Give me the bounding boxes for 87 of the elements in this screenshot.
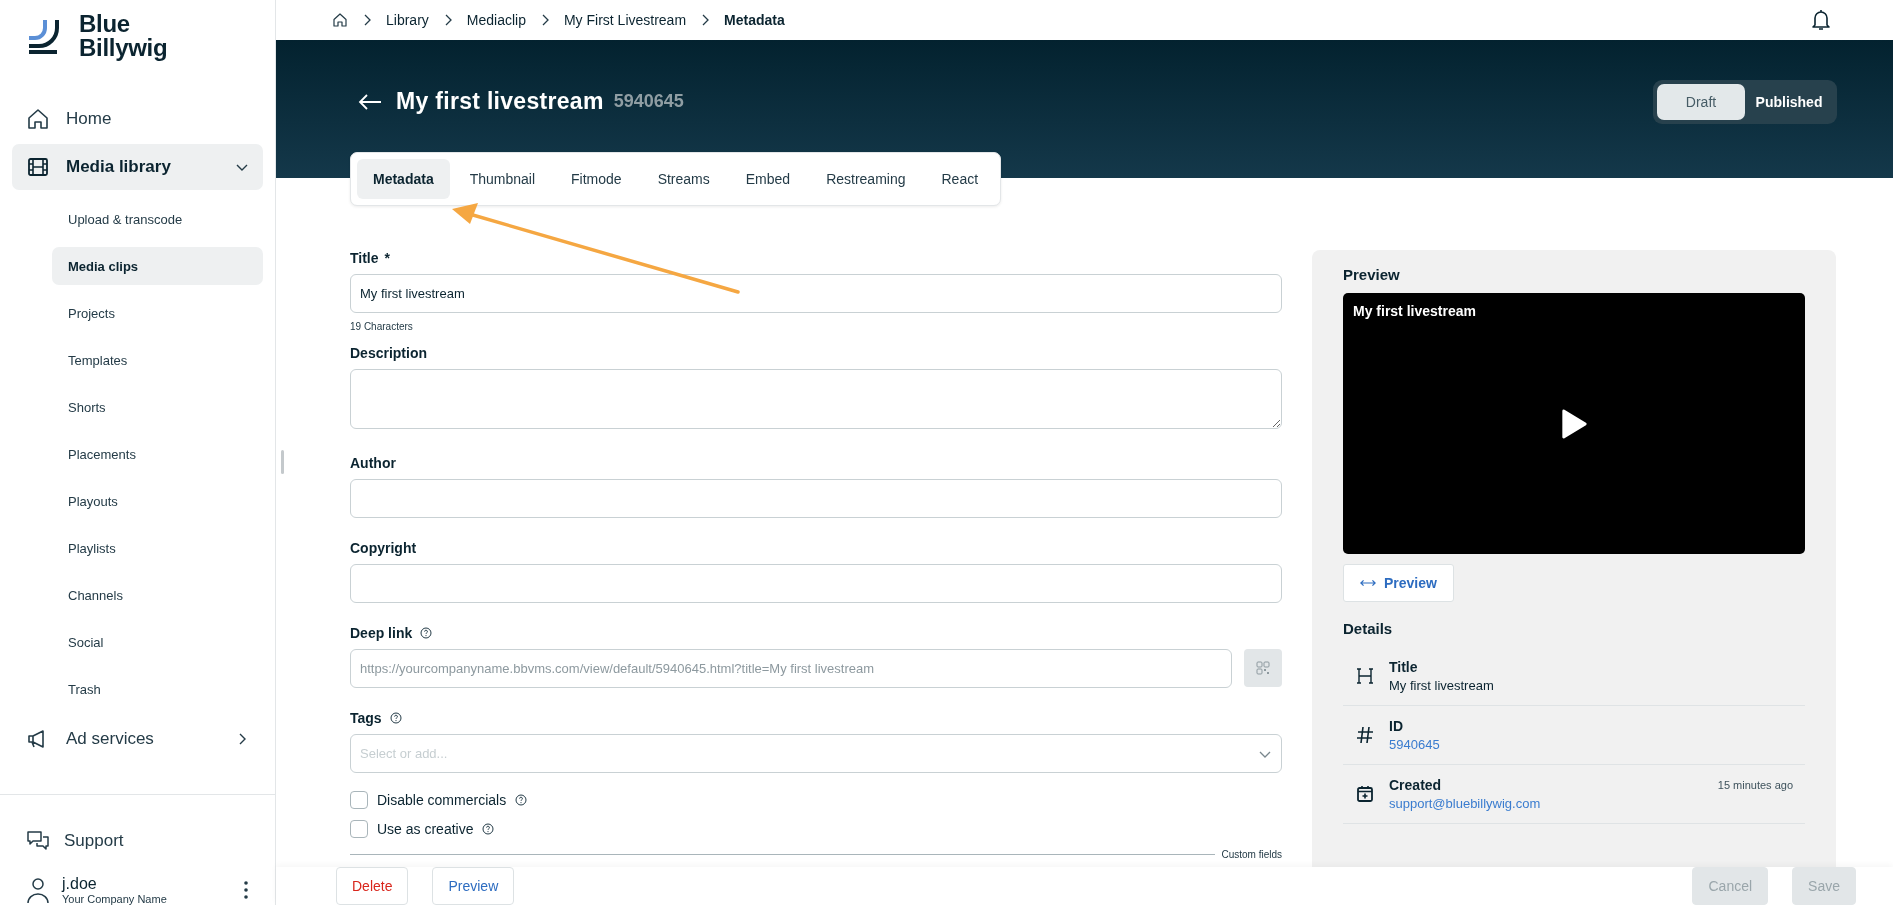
checkbox[interactable]	[350, 820, 368, 838]
nav-subitem[interactable]: Playlists	[52, 529, 263, 567]
nav-subitem[interactable]: Media clips	[52, 247, 263, 285]
nav-item[interactable]: Ad services	[12, 716, 263, 762]
tab[interactable]: Thumbnail	[453, 159, 552, 199]
help-icon[interactable]	[389, 712, 402, 724]
double-arrow-icon	[1360, 578, 1376, 588]
text-field[interactable]	[350, 479, 1282, 518]
chevron-right-icon	[700, 14, 711, 26]
panel-heading: Preview	[1343, 266, 1401, 283]
help-icon[interactable]	[515, 794, 528, 806]
help-icon[interactable]	[420, 627, 433, 639]
film-icon	[26, 155, 50, 179]
calendar-add-icon	[1355, 784, 1375, 804]
breadcrumb-item[interactable]: Library	[386, 12, 429, 28]
heading-icon	[1355, 666, 1375, 686]
nav-subitem[interactable]: Trash	[52, 670, 263, 708]
resize-handle[interactable]	[281, 450, 284, 474]
character-count: 19 Characters	[350, 321, 414, 332]
required-mark: *	[384, 250, 390, 266]
tab[interactable]: React	[925, 159, 995, 199]
nav-subitem[interactable]: Shorts	[52, 388, 263, 426]
nav-item[interactable]: Media library	[12, 144, 263, 190]
checkbox-label: Disable commercials	[377, 792, 507, 808]
field-label: Deep link	[350, 625, 413, 641]
breadcrumb-item: Metadata	[724, 12, 785, 28]
home-icon[interactable]	[332, 12, 348, 28]
nav-subitem[interactable]: Upload & transcode	[52, 200, 263, 238]
chevron-right-icon	[362, 14, 372, 26]
text-field[interactable]	[350, 564, 1282, 603]
tab[interactable]: Fitmode	[555, 159, 638, 199]
detail-label: Created	[1389, 777, 1443, 793]
nav-subitem[interactable]: Channels	[52, 576, 263, 614]
deep-link-field[interactable]: https://yourcompanyname.bbvms.com/view/default/5940645.html?title=My first livestream	[350, 649, 1232, 688]
user-name: j.doe	[62, 875, 98, 893]
field-label: Title	[350, 250, 379, 266]
detail-label: Title	[1389, 659, 1419, 675]
status-option[interactable]: Draft	[1657, 84, 1745, 120]
nav-subitem[interactable]: Projects	[52, 294, 263, 332]
action-button[interactable]: Preview	[432, 867, 515, 905]
textarea-field[interactable]	[350, 369, 1282, 429]
bell-icon[interactable]	[1811, 9, 1831, 31]
action-button[interactable]: Delete	[336, 867, 409, 905]
panel-heading: Details	[1343, 620, 1394, 637]
tab[interactable]: Streams	[641, 159, 726, 199]
logo-icon	[27, 18, 61, 54]
detail-label: ID	[1389, 718, 1404, 734]
field-label: Description	[350, 345, 427, 361]
nav-item[interactable]: Home	[12, 96, 263, 142]
back-arrow-icon[interactable]	[358, 92, 382, 111]
qr-code-icon	[1256, 661, 1270, 675]
user-icon	[26, 877, 50, 903]
page-title: My first livestream	[396, 88, 604, 115]
nav-subitem[interactable]: Playouts	[52, 482, 263, 520]
video-title: My first livestream	[1353, 303, 1476, 319]
breadcrumb-item[interactable]: Mediaclip	[466, 12, 526, 28]
video-player[interactable]: My first livestream	[1343, 293, 1805, 554]
breadcrumb-item[interactable]: My First Livestream	[563, 12, 687, 28]
chat-help-icon	[26, 830, 50, 852]
tab[interactable]: Embed	[729, 159, 807, 199]
checkbox-label: Use as creative	[377, 821, 474, 837]
home-icon	[26, 107, 50, 131]
more-icon[interactable]	[243, 880, 249, 900]
tab[interactable]: Metadata	[357, 159, 450, 199]
field-label: Copyright	[350, 540, 417, 556]
clip-id: 5940645	[613, 91, 684, 112]
play-icon[interactable]	[1560, 407, 1588, 440]
field-label: Author	[350, 455, 396, 471]
nav-subitem[interactable]: Templates	[52, 341, 263, 379]
company-name: Your Company Name	[62, 893, 168, 905]
text-field[interactable]: My first livestream	[350, 274, 1282, 313]
help-icon[interactable]	[482, 823, 495, 835]
tab[interactable]: Restreaming	[810, 159, 922, 199]
logo-text: Blue Billywig	[79, 12, 168, 60]
checkbox[interactable]	[350, 791, 368, 809]
detail-time: 15 minutes ago	[1717, 779, 1793, 791]
field-label: Tags	[350, 710, 382, 726]
support-link[interactable]: Support	[64, 831, 124, 851]
detail-value: My first livestream	[1389, 678, 1495, 693]
section-label: Custom fields	[1221, 849, 1282, 860]
nav-subitem[interactable]: Social	[52, 623, 263, 661]
hash-icon	[1355, 725, 1375, 745]
nav-subitem[interactable]: Placements	[52, 435, 263, 473]
preview-button[interactable]: Preview	[1343, 564, 1454, 602]
status-option[interactable]: Published	[1745, 84, 1833, 120]
detail-link[interactable]: support@bluebillywig.com	[1389, 796, 1704, 811]
detail-link[interactable]: 5940645	[1389, 737, 1793, 752]
